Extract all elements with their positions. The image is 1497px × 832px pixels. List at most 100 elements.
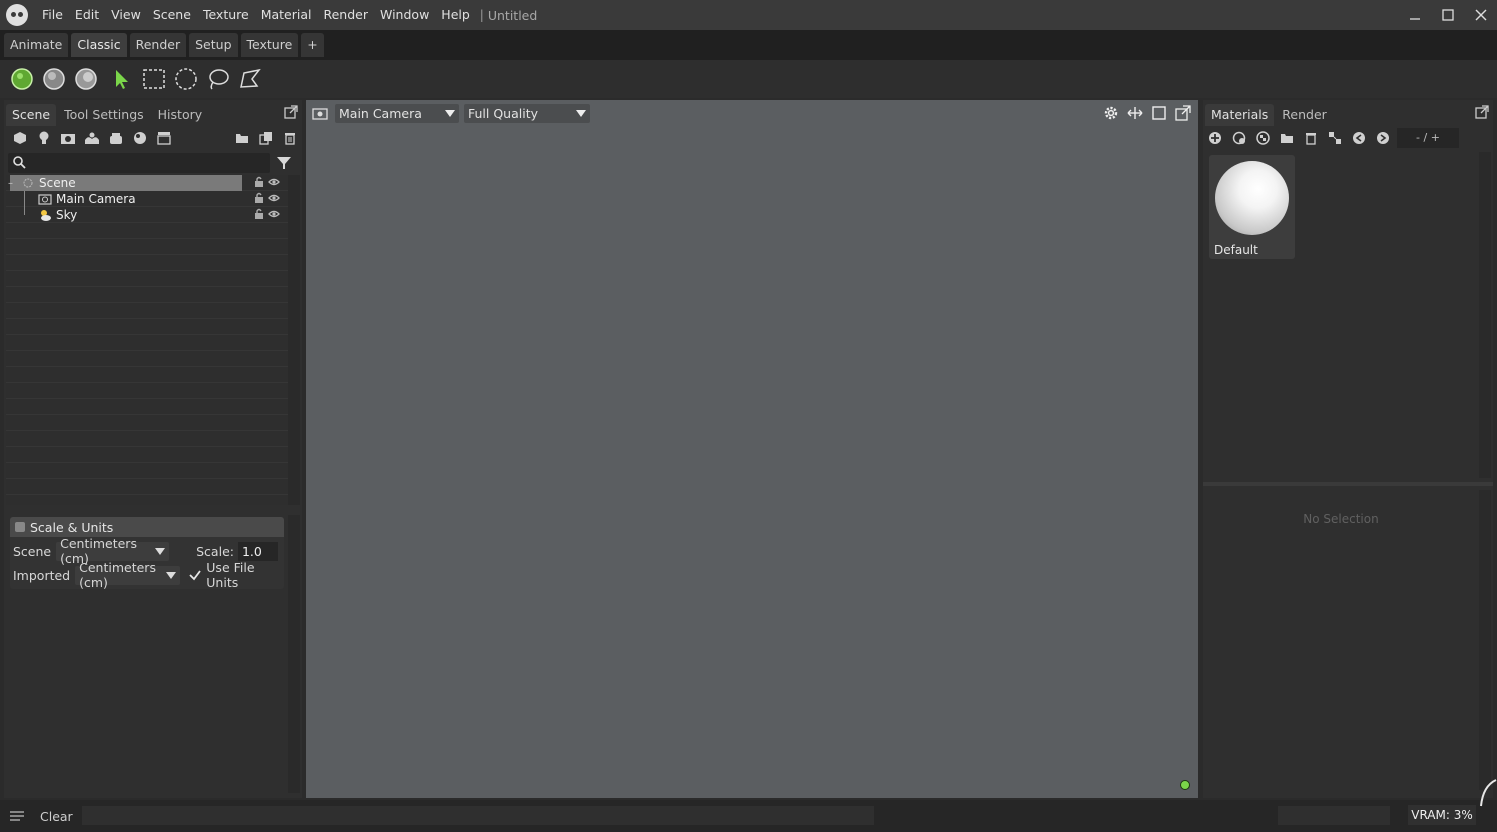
camera-icon: [61, 134, 75, 144]
material-thumbnail[interactable]: Default: [1209, 155, 1295, 259]
menu-render[interactable]: Render: [317, 0, 374, 30]
panel-divider[interactable]: [1203, 482, 1493, 486]
add-camera-button[interactable]: [56, 127, 80, 149]
add-material-button[interactable]: [128, 127, 152, 149]
tab-history[interactable]: History: [152, 104, 208, 126]
gear-icon[interactable]: [1102, 104, 1120, 122]
lock-icon[interactable]: [254, 208, 264, 220]
tab-animate[interactable]: Animate: [4, 33, 69, 57]
scene-units-select[interactable]: Centimeters (cm): [56, 536, 170, 566]
material-templates-button[interactable]: [1323, 127, 1347, 149]
log-list-icon[interactable]: [9, 809, 25, 823]
materials-scrollbar[interactable]: [1479, 152, 1491, 478]
menu-material[interactable]: Material: [255, 0, 318, 30]
trash-icon: [1306, 133, 1316, 145]
clear-log-button[interactable]: Clear: [40, 809, 73, 824]
lock-icon[interactable]: [254, 192, 264, 204]
menu-help[interactable]: Help: [435, 0, 476, 30]
tab-render[interactable]: Render: [129, 33, 187, 57]
tree-item-main-camera[interactable]: Main Camera: [6, 191, 290, 207]
scene-units-label: Scene: [13, 543, 52, 559]
select-tool-button[interactable]: [106, 63, 138, 95]
progress-field: [1278, 806, 1390, 825]
sphere-flat-icon: [75, 68, 97, 90]
imported-units-select[interactable]: Centimeters (cm): [75, 560, 181, 590]
box-select-button[interactable]: [138, 63, 170, 95]
scene-tree-scrollbar[interactable]: [288, 175, 300, 505]
pan-arrows-icon[interactable]: [1126, 104, 1144, 122]
tab-tool-settings[interactable]: Tool Settings: [58, 104, 150, 126]
menu-window[interactable]: Window: [374, 0, 435, 30]
tree-collapse-icon[interactable]: –: [8, 178, 18, 189]
menu-edit[interactable]: Edit: [69, 0, 105, 30]
eye-icon[interactable]: [268, 208, 280, 220]
status-bar: Clear VRAM: 3%: [0, 779, 1497, 832]
3d-viewport[interactable]: Main Camera Full Quality: [306, 100, 1198, 798]
add-animation-button[interactable]: [152, 127, 176, 149]
duplicate-button[interactable]: [254, 127, 278, 149]
close-button[interactable]: [1464, 0, 1497, 30]
arrow-forward-circle-icon: [1377, 132, 1389, 144]
tab-materials[interactable]: Materials: [1205, 104, 1275, 126]
row-controls: [254, 176, 280, 188]
camera-select[interactable]: Main Camera: [335, 103, 459, 123]
material-forward-button[interactable]: [1371, 127, 1395, 149]
popout-icon[interactable]: [1475, 105, 1489, 119]
menu-scene[interactable]: Scene: [147, 0, 197, 30]
performance-mode-button[interactable]: [38, 63, 70, 95]
tab-setup[interactable]: Setup: [189, 33, 238, 57]
new-material-button[interactable]: [1203, 127, 1227, 149]
delete-material-button[interactable]: [1299, 127, 1323, 149]
tab-render-settings[interactable]: Render: [1276, 104, 1333, 126]
open-folder-button[interactable]: [230, 127, 254, 149]
use-file-units-checkbox[interactable]: [189, 569, 202, 581]
menu-texture[interactable]: Texture: [197, 0, 255, 30]
minimize-button[interactable]: [1398, 0, 1431, 30]
scale-input[interactable]: 1.0: [237, 541, 278, 561]
eye-icon[interactable]: [268, 192, 280, 204]
app-logo-icon: [6, 4, 28, 26]
geometry-mode-button[interactable]: [70, 63, 102, 95]
tab-texture[interactable]: Texture: [240, 33, 299, 57]
title-bar: File Edit View Scene Texture Material Re…: [0, 0, 1497, 30]
maximize-viewport-icon[interactable]: [1150, 104, 1168, 122]
import-material-button[interactable]: [1275, 127, 1299, 149]
quality-select[interactable]: Full Quality: [464, 103, 590, 123]
menu-file[interactable]: File: [36, 0, 69, 30]
filter-icon[interactable]: [276, 155, 292, 171]
add-workspace-tab[interactable]: +: [301, 33, 324, 57]
polygon-select-button[interactable]: [234, 63, 266, 95]
realtime-render-button[interactable]: [6, 63, 38, 95]
imported-units-row: Imported Centimeters (cm) Use File Units: [10, 560, 284, 590]
scene-search-input[interactable]: [8, 153, 270, 173]
circle-select-button[interactable]: [170, 63, 202, 95]
delete-button[interactable]: [278, 127, 302, 149]
material-properties-scrollbar[interactable]: [1479, 490, 1491, 790]
collapse-toggle-icon[interactable]: [15, 522, 25, 532]
add-environment-button[interactable]: [80, 127, 104, 149]
tab-classic[interactable]: Classic: [71, 33, 127, 57]
new-multi-material-button[interactable]: [1227, 127, 1251, 149]
scale-units-header[interactable]: Scale & Units: [10, 517, 284, 537]
popout-icon[interactable]: [1174, 104, 1192, 122]
clapperboard-icon: [157, 132, 171, 145]
imported-units-value: Centimeters (cm): [79, 560, 156, 590]
thumbnail-zoom-field[interactable]: - / +: [1397, 128, 1459, 148]
add-group-button[interactable]: [104, 127, 128, 149]
lock-icon[interactable]: [254, 176, 264, 188]
lasso-select-button[interactable]: [202, 63, 234, 95]
menu-view[interactable]: View: [105, 0, 147, 30]
tree-item-scene[interactable]: – Scene: [6, 175, 290, 191]
library-button[interactable]: [1251, 127, 1275, 149]
material-back-button[interactable]: [1347, 127, 1371, 149]
add-model-button[interactable]: [8, 127, 32, 149]
scale-units-panel: Scale & Units Scene Centimeters (cm) Sca…: [10, 517, 284, 590]
properties-scrollbar[interactable]: [288, 515, 300, 793]
popout-icon[interactable]: [284, 105, 298, 119]
resize-grip-icon[interactable]: [1479, 776, 1497, 808]
maximize-button[interactable]: [1431, 0, 1464, 30]
add-light-button[interactable]: [32, 127, 56, 149]
tree-item-sky[interactable]: Sky: [6, 207, 290, 223]
tab-scene[interactable]: Scene: [6, 104, 57, 126]
eye-icon[interactable]: [268, 176, 280, 188]
